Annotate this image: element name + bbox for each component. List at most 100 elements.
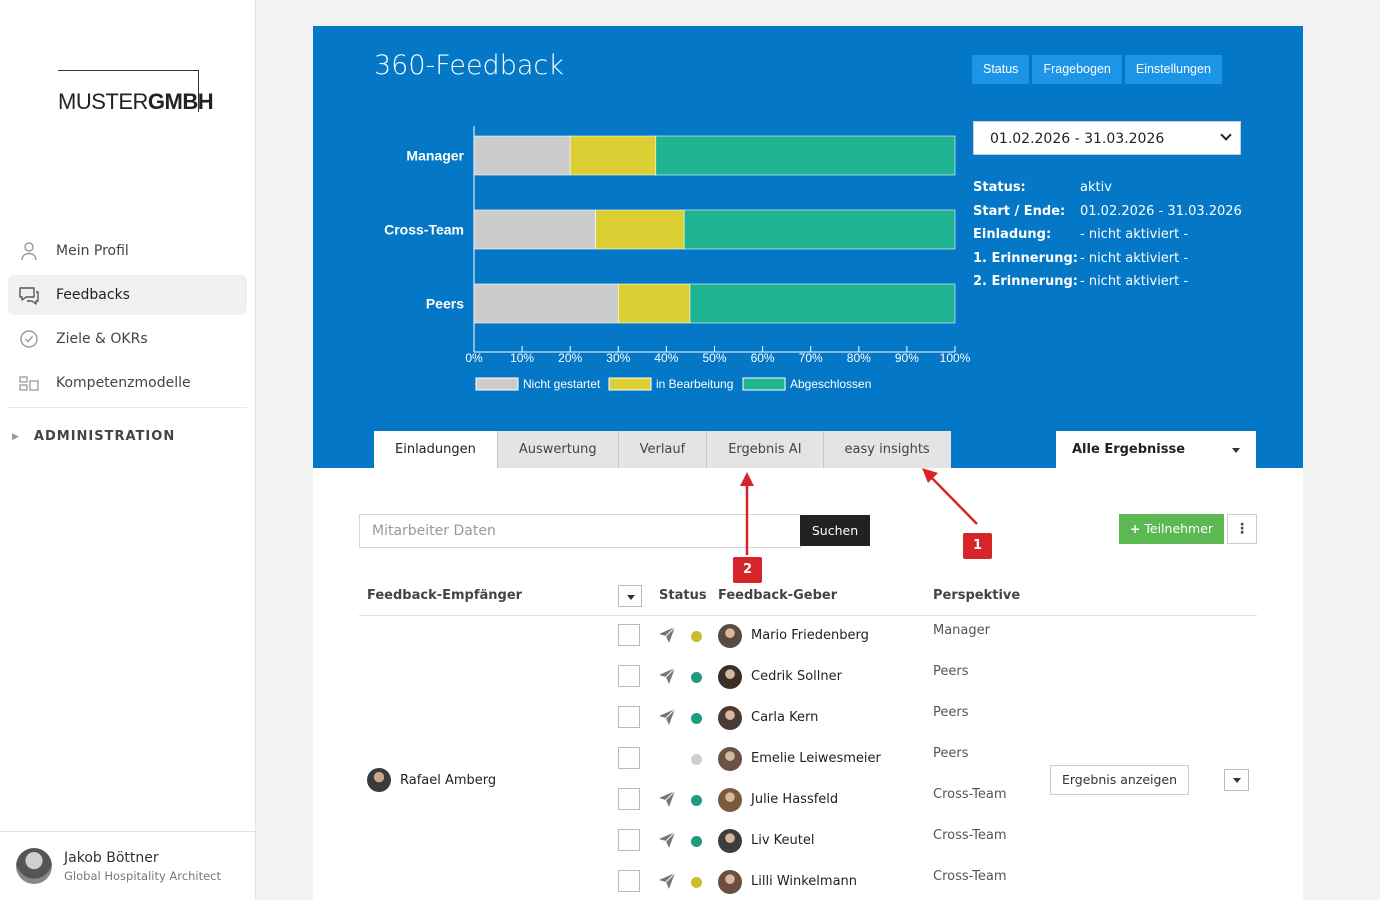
x-tick-label: 90% (895, 351, 919, 365)
select-all-dropdown[interactable] (618, 585, 642, 607)
user-role: Global Hospitality Architect (64, 869, 221, 883)
sidebar-item-goals[interactable]: Ziele & OKRs (8, 319, 247, 359)
show-result-button[interactable]: Ergebnis anzeigen (1050, 765, 1189, 795)
x-tick-label: 30% (606, 351, 630, 365)
company-logo[interactable]: MUSTERGMBH (58, 70, 214, 114)
giver-name: Lilli Winkelmann (751, 874, 858, 889)
sidebar-item-administration[interactable]: ▶ ADMINISTRATION (12, 429, 175, 444)
date-range-select[interactable]: 01.02.2026 - 31.03.2026 (973, 121, 1241, 155)
info-row: Status: aktiv (973, 180, 1112, 196)
row-checkbox[interactable] (618, 829, 640, 851)
status-dot (691, 795, 702, 806)
category-label: Cross-Team (384, 222, 464, 238)
paper-plane-icon[interactable] (658, 626, 676, 644)
paper-plane-icon[interactable] (658, 708, 676, 726)
avatar (718, 788, 742, 812)
giver-name: Julie Hassfeld (751, 792, 839, 807)
column-header-recipient: Feedback-Empfänger (367, 588, 523, 603)
settings-button[interactable]: Einstellungen (1124, 55, 1222, 84)
tab-invitations[interactable]: Einladungen (374, 431, 497, 468)
bar-segment (473, 209, 596, 250)
giver-name: Mario Friedenberg (751, 628, 869, 643)
search-input[interactable]: Mitarbeiter Daten (359, 514, 801, 548)
avatar (367, 768, 391, 792)
search-button[interactable]: Suchen (800, 515, 870, 546)
avatar (718, 747, 742, 771)
current-user[interactable]: Jakob Böttner Global Hospitality Archite… (0, 831, 255, 900)
table-row: Lilli Winkelmann Cross-Team (618, 869, 1258, 900)
bar-segment (473, 283, 619, 324)
perspective-label: Peers (933, 664, 969, 679)
sidebar-item-profile[interactable]: Mein Profil (8, 231, 247, 271)
more-options-button[interactable]: ⋮ (1227, 514, 1257, 544)
x-tick-label: 50% (702, 351, 726, 365)
tab-easy-insights[interactable]: easy insights (822, 431, 951, 468)
avatar (718, 665, 742, 689)
giver-name: Cedrik Sollner (751, 669, 842, 684)
tab-history[interactable]: Verlauf (617, 431, 707, 468)
questionnaire-button[interactable]: Fragebogen (1032, 55, 1122, 84)
sidebar-item-label: Kompetenzmodelle (56, 375, 191, 391)
annotation-marker-2: 2 (733, 557, 762, 583)
status-dot (691, 672, 702, 683)
row-checkbox[interactable] (618, 624, 640, 646)
row-checkbox[interactable] (618, 747, 640, 769)
sidebar-item-label: Feedbacks (56, 287, 130, 303)
feedback-recipient: Rafael Amberg (367, 768, 496, 792)
status-dot (691, 836, 702, 847)
status-chart: 0% 10% 20% 30% 40% 50% 60% 70% 80% 90% 100% Manager… (384, 126, 971, 391)
sidebar-item-label: Ziele & OKRs (56, 331, 148, 347)
x-tick-label: 0% (465, 351, 483, 365)
bar-segment (569, 135, 657, 176)
sidebar-item-feedbacks[interactable]: Feedbacks (8, 275, 247, 315)
legend-label: Abgeschlossen (790, 377, 871, 391)
user-name: Jakob Böttner (64, 850, 159, 866)
status-button[interactable]: Status (972, 55, 1030, 84)
info-row: Start / Ende: 01.02.2026 - 31.03.2026 (973, 203, 1242, 219)
perspective-label: Manager (933, 623, 990, 638)
column-header-giver: Feedback-Geber (718, 588, 838, 603)
x-tick-label: 20% (558, 351, 582, 365)
column-header-perspective: Perspektive (933, 588, 1021, 603)
check-circle-icon (20, 330, 38, 348)
row-checkbox[interactable] (618, 665, 640, 687)
avatar (16, 848, 52, 884)
result-options-dropdown[interactable] (1224, 769, 1249, 791)
sidebar-item-competencies[interactable]: Kompetenzmodelle (8, 363, 247, 403)
avatar (718, 870, 742, 894)
x-tick-label: 100% (940, 351, 971, 365)
x-tick-label: 60% (751, 351, 775, 365)
paper-plane-icon[interactable] (658, 831, 676, 849)
perspective-label: Cross-Team (933, 787, 1007, 802)
row-checkbox[interactable] (618, 870, 640, 892)
user-icon (21, 242, 37, 261)
chevron-down-icon (1220, 129, 1232, 141)
row-checkbox[interactable] (618, 706, 640, 728)
x-tick-label: 40% (654, 351, 678, 365)
tab-evaluation[interactable]: Auswertung (496, 431, 618, 468)
legend-label: Nicht gestartet (523, 377, 601, 391)
paper-plane-icon[interactable] (658, 790, 676, 808)
paper-plane-icon[interactable] (658, 872, 676, 890)
table-row: Carla Kern Peers (618, 705, 1258, 747)
giver-name: Emelie Leiwesmeier (751, 751, 881, 766)
campaign-info: Status: aktiv Start / Ende: 01.02.2026 - 3… (973, 176, 1242, 294)
perspective-label: Cross-Team (933, 869, 1007, 884)
add-participant-button[interactable]: + Teilnehmer (1119, 514, 1224, 544)
sidebar: MUSTERGMBH Mein Profil Feedbacks Ziele &… (0, 0, 256, 900)
bar-segment (655, 135, 956, 176)
tab-result-ai[interactable]: Ergebnis AI (706, 431, 823, 468)
bar-segment (473, 135, 571, 176)
nav-divider (8, 407, 247, 408)
perspective-label: Peers (933, 746, 969, 761)
table-row: Mario Friedenberg Manager (618, 623, 1258, 665)
results-filter-select[interactable]: Alle Ergebnisse (1056, 431, 1256, 468)
category-label: Peers (426, 296, 464, 312)
legend-label: in Bearbeitung (656, 377, 733, 391)
category-label: Manager (406, 148, 464, 164)
bar-segment (617, 283, 691, 324)
row-checkbox[interactable] (618, 788, 640, 810)
paper-plane-icon[interactable] (658, 667, 676, 685)
giver-name: Liv Keutel (751, 833, 815, 848)
legend-swatch (475, 377, 519, 391)
